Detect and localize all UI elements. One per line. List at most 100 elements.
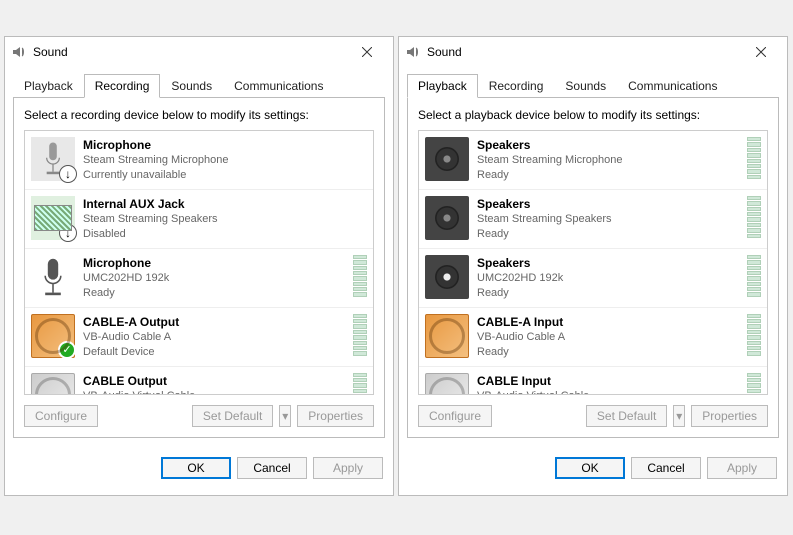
level-meter [747, 196, 761, 238]
cancel-button[interactable]: Cancel [631, 457, 701, 479]
device-row[interactable]: CABLE-A Input VB-Audio Cable A Ready [419, 308, 767, 367]
device-info: Speakers UMC202HD 192k Ready [477, 255, 743, 301]
device-desc: Steam Streaming Microphone [477, 153, 743, 168]
device-name: Speakers [477, 137, 743, 153]
sound-dialog-recording: Sound Playback Recording Sounds Communic… [4, 36, 394, 496]
device-status: Disabled [83, 227, 349, 242]
instruction-text: Select a recording device below to modif… [24, 108, 374, 122]
device-row[interactable]: CABLE Input VB-Audio Virtual Cable Ready [419, 367, 767, 396]
properties-button[interactable]: Properties [297, 405, 374, 427]
device-desc: Steam Streaming Microphone [83, 153, 349, 168]
apply-button[interactable]: Apply [313, 457, 383, 479]
cable-icon [425, 314, 469, 358]
checkmark-icon: ✓ [58, 341, 76, 359]
device-desc: Steam Streaming Speakers [83, 212, 349, 227]
device-status: Currently unavailable [83, 168, 349, 183]
tab-communications[interactable]: Communications [223, 74, 334, 98]
device-info: CABLE Output VB-Audio Virtual Cable Read… [83, 373, 349, 396]
device-row[interactable]: Microphone UMC202HD 192k Ready [25, 249, 373, 308]
cable-icon: ✓ [31, 314, 75, 358]
device-info: CABLE-A Input VB-Audio Cable A Ready [477, 314, 743, 360]
panel-buttons: Configure Set Default ▾ Properties [418, 405, 768, 427]
device-info: Microphone Steam Streaming Microphone Cu… [83, 137, 349, 183]
titlebar: Sound [399, 37, 787, 67]
apply-button[interactable]: Apply [707, 457, 777, 479]
sound-dialog-playback: Sound Playback Recording Sounds Communic… [398, 36, 788, 496]
ok-button[interactable]: OK [555, 457, 625, 479]
panel-buttons: Configure Set Default ▾ Properties [24, 405, 374, 427]
device-name: CABLE-A Output [83, 314, 349, 330]
device-info: Microphone UMC202HD 192k Ready [83, 255, 349, 301]
configure-button[interactable]: Configure [24, 405, 98, 427]
device-name: Microphone [83, 137, 349, 153]
tab-playback[interactable]: Playback [13, 74, 84, 98]
level-meter [353, 314, 367, 356]
device-desc: UMC202HD 192k [83, 271, 349, 286]
level-meter [747, 373, 761, 396]
device-name: Internal AUX Jack [83, 196, 349, 212]
aux-jack-icon: ↓ [31, 196, 75, 240]
close-button[interactable] [741, 38, 781, 66]
down-arrow-icon: ↓ [59, 165, 77, 183]
device-row[interactable]: Speakers UMC202HD 192k Ready [419, 249, 767, 308]
speaker-icon [425, 255, 469, 299]
device-name: Microphone [83, 255, 349, 271]
device-name: Speakers [477, 255, 743, 271]
microphone-icon: ↓ [31, 137, 75, 181]
configure-button[interactable]: Configure [418, 405, 492, 427]
tab-sounds[interactable]: Sounds [160, 74, 223, 98]
level-meter [747, 314, 761, 356]
tab-playback[interactable]: Playback [407, 74, 478, 98]
set-default-dropdown[interactable]: ▾ [673, 405, 685, 427]
cancel-button[interactable]: Cancel [237, 457, 307, 479]
device-name: Speakers [477, 196, 743, 212]
device-status: Default Device [83, 345, 349, 360]
device-info: Speakers Steam Streaming Microphone Read… [477, 137, 743, 183]
device-name: CABLE Input [477, 373, 743, 389]
device-row[interactable]: Speakers Steam Streaming Microphone Read… [419, 131, 767, 190]
device-status: Ready [83, 286, 349, 301]
set-default-button[interactable]: Set Default [586, 405, 667, 427]
device-status: Ready [477, 168, 743, 183]
properties-button[interactable]: Properties [691, 405, 768, 427]
device-info: Speakers Steam Streaming Speakers Ready [477, 196, 743, 242]
device-status: Ready [477, 286, 743, 301]
device-row[interactable]: Speakers Steam Streaming Speakers Ready [419, 190, 767, 249]
device-status: Ready [477, 227, 743, 242]
tab-recording[interactable]: Recording [84, 74, 161, 98]
device-row[interactable]: CABLE Output VB-Audio Virtual Cable Read… [25, 367, 373, 396]
device-desc: VB-Audio Virtual Cable [477, 389, 743, 395]
device-info: Internal AUX Jack Steam Streaming Speake… [83, 196, 349, 242]
window-title: Sound [427, 45, 741, 59]
level-meter [353, 255, 367, 297]
microphone-icon [31, 255, 75, 299]
tab-communications[interactable]: Communications [617, 74, 728, 98]
device-list[interactable]: Speakers Steam Streaming Microphone Read… [418, 130, 768, 395]
level-meter [747, 137, 761, 179]
tab-recording[interactable]: Recording [478, 74, 555, 98]
dialog-footer: OK Cancel Apply [399, 447, 787, 479]
device-desc: VB-Audio Cable A [83, 330, 349, 345]
device-desc: VB-Audio Virtual Cable [83, 389, 349, 395]
level-meter [747, 255, 761, 297]
cable-icon [31, 373, 75, 396]
set-default-dropdown[interactable]: ▾ [279, 405, 291, 427]
ok-button[interactable]: OK [161, 457, 231, 479]
device-info: CABLE-A Output VB-Audio Cable A Default … [83, 314, 349, 360]
level-meter [353, 373, 367, 396]
device-status: Ready [477, 345, 743, 360]
down-arrow-icon: ↓ [59, 224, 77, 242]
close-button[interactable] [347, 38, 387, 66]
device-row[interactable]: ↓ Internal AUX Jack Steam Streaming Spea… [25, 190, 373, 249]
device-row[interactable]: ✓ CABLE-A Output VB-Audio Cable A Defaul… [25, 308, 373, 367]
tab-panel: Select a recording device below to modif… [13, 97, 385, 438]
tab-strip: Playback Recording Sounds Communications [5, 67, 393, 98]
titlebar: Sound [5, 37, 393, 67]
tab-sounds[interactable]: Sounds [554, 74, 617, 98]
instruction-text: Select a playback device below to modify… [418, 108, 768, 122]
device-list[interactable]: ↓ Microphone Steam Streaming Microphone … [24, 130, 374, 395]
tab-panel: Select a playback device below to modify… [407, 97, 779, 438]
device-name: CABLE-A Input [477, 314, 743, 330]
device-row[interactable]: ↓ Microphone Steam Streaming Microphone … [25, 131, 373, 190]
set-default-button[interactable]: Set Default [192, 405, 273, 427]
